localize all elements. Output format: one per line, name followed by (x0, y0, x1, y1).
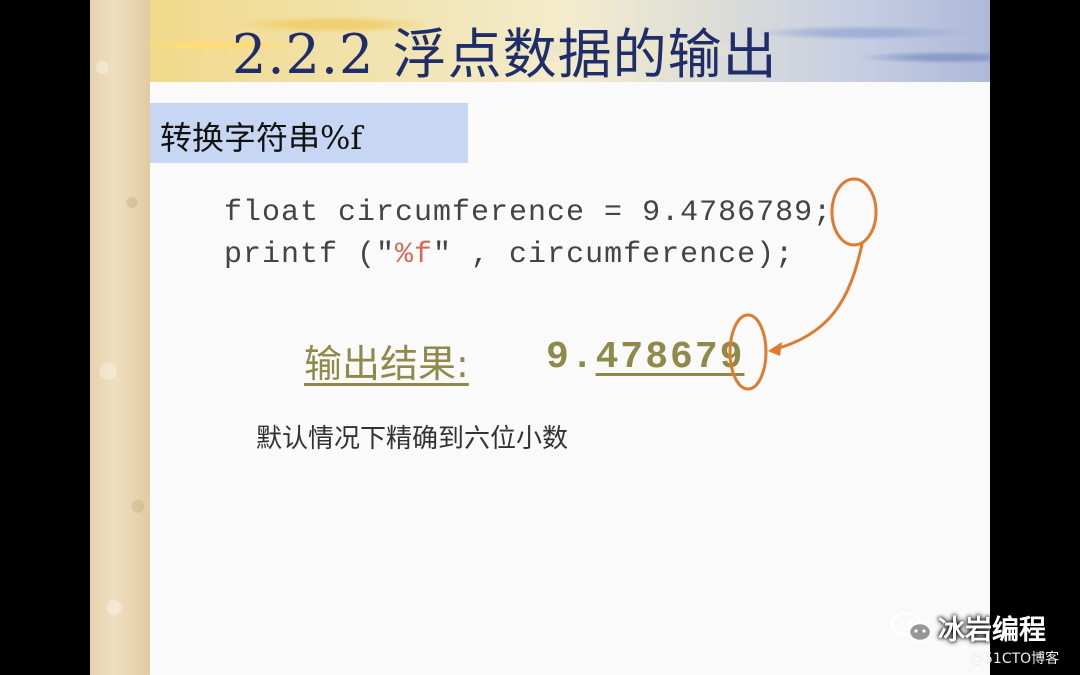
watermark-brand: 冰岩编程 (938, 615, 1046, 646)
code-format-spec: %f (395, 238, 434, 272)
code-line-declaration: float circumference = 9.4786789; (224, 196, 833, 230)
subtitle-box: 转换字符串%f (150, 103, 468, 163)
result-value-decimals: 478679 (595, 336, 745, 379)
slide-title: 2.2.2 浮点数据的输出 (232, 23, 778, 86)
code-printf-suffix: " , circumference); (433, 238, 795, 272)
code-line-printf: printf ("%f" , circumference); (224, 238, 794, 272)
subtitle-text: 转换字符串%f (160, 119, 363, 157)
watermark-blog: @51CTO博客 (970, 651, 1060, 667)
wechat-icon (890, 611, 933, 643)
right-black-margin (990, 0, 1080, 675)
result-value: 9.478679 (546, 336, 744, 379)
watermark: 冰岩编程 (890, 606, 1070, 650)
left-black-margin (0, 0, 90, 675)
result-value-head: 9. (546, 336, 596, 379)
code-printf-prefix: printf (" (224, 238, 396, 272)
result-label: 输出结果: (304, 342, 469, 386)
parchment-decoration (90, 0, 150, 675)
slide: 2.2.2 浮点数据的输出 转换字符串%f float circumferenc… (90, 0, 990, 675)
note-text: 默认情况下精确到六位小数 (256, 424, 569, 454)
